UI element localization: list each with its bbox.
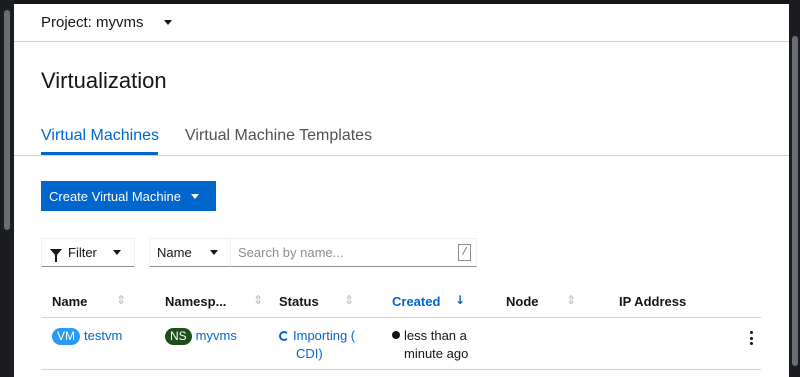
caret-down-icon	[209, 250, 218, 255]
active-tab-indicator	[41, 152, 158, 155]
cell-status: Importing ( CDI)	[279, 327, 369, 363]
created-text-line1: less than a	[404, 328, 467, 343]
project-label: Project: myvms	[41, 14, 144, 31]
sort-descending-icon[interactable]: ↓	[455, 293, 465, 307]
filter-attribute-select[interactable]: Name	[149, 238, 231, 267]
ns-badge: NS	[165, 328, 192, 345]
kebab-dot	[749, 331, 753, 334]
tab-virtual-machines[interactable]: Virtual Machines	[41, 127, 159, 145]
column-header-name[interactable]: Name	[52, 294, 87, 309]
project-bar: Project: myvms	[14, 4, 789, 42]
sort-icon[interactable]: ⇕	[566, 293, 576, 307]
column-header-node[interactable]: Node	[506, 294, 539, 309]
cell-namespace: NS myvms	[165, 328, 237, 345]
tab-bar: Virtual Machines Virtual Machine Templat…	[14, 122, 789, 156]
filter-icon	[50, 249, 62, 262]
sort-icon[interactable]: ⇕	[344, 293, 354, 307]
keyboard-shortcut-hint: /	[458, 244, 471, 261]
globe-icon	[392, 331, 400, 339]
created-text-line2: minute ago	[404, 346, 469, 361]
status-text-line1: Importing (	[293, 328, 356, 343]
caret-down-icon	[163, 20, 172, 25]
kebab-dot	[749, 342, 753, 345]
virtualization-page: Project: myvms Virtualization Virtual Ma…	[14, 4, 789, 377]
project-dropdown[interactable]: Project: myvms	[41, 14, 172, 31]
right-scrollbar-thumb[interactable]	[792, 36, 798, 366]
vm-badge: VM	[52, 328, 80, 345]
cell-created: less than a minute ago	[392, 327, 492, 363]
tab-virtual-machine-templates[interactable]: Virtual Machine Templates	[185, 127, 372, 145]
search-input[interactable]	[231, 240, 458, 265]
cell-name: VM testvm	[52, 328, 122, 345]
left-scrollbar[interactable]	[0, 0, 14, 377]
status-text-line2[interactable]: CDI)	[279, 345, 369, 363]
namespace-link[interactable]: myvms	[196, 328, 237, 343]
kebab-dot	[749, 336, 753, 340]
status-link[interactable]: Importing (	[279, 327, 369, 345]
sort-icon[interactable]: ⇕	[253, 293, 263, 307]
right-scrollbar[interactable]	[789, 0, 800, 377]
table-header: Name ⇕ Namesp... ⇕ Status ⇕ Created ↓ No…	[41, 285, 761, 318]
column-header-status[interactable]: Status	[279, 294, 319, 309]
kebab-icon[interactable]	[746, 331, 756, 345]
filter-attribute-label: Name	[157, 245, 192, 260]
column-header-created[interactable]: Created	[392, 294, 440, 309]
caret-down-icon	[191, 193, 199, 199]
create-button-label: Create Virtual Machine	[49, 188, 181, 204]
virtual-machines-table: Name ⇕ Namesp... ⇕ Status ⇕ Created ↓ No…	[41, 285, 761, 370]
filter-dropdown[interactable]: Filter	[41, 238, 135, 267]
table-row: VM testvm NS myvms Importing ( CDI) less t…	[41, 318, 761, 370]
filter-label: Filter	[68, 245, 97, 260]
in-progress-icon	[279, 331, 289, 341]
create-virtual-machine-button[interactable]: Create Virtual Machine	[41, 181, 216, 211]
page-title: Virtualization	[41, 68, 167, 93]
caret-down-icon	[112, 250, 121, 255]
left-scrollbar-thumb[interactable]	[4, 10, 10, 230]
column-header-ip-address: IP Address	[619, 294, 687, 309]
search-box: /	[230, 238, 477, 267]
column-header-namespace[interactable]: Namesp...	[165, 294, 226, 309]
sort-icon[interactable]: ⇕	[116, 293, 126, 307]
vm-name-link[interactable]: testvm	[84, 328, 122, 343]
